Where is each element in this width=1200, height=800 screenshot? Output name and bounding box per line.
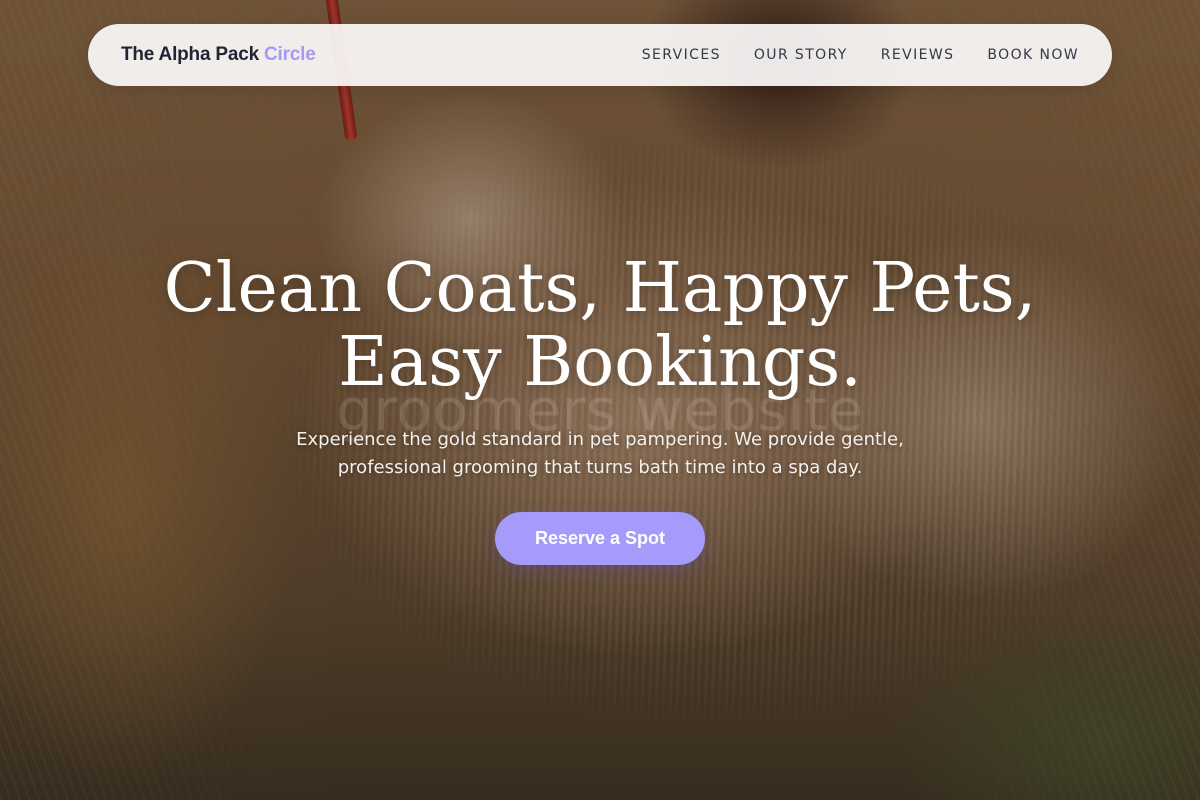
nav-link-services[interactable]: SERVICES	[642, 47, 721, 63]
hero-section: The Alpha Pack Circle SERVICES OUR STORY…	[0, 0, 1200, 800]
brand-logo[interactable]: The Alpha Pack Circle	[121, 44, 316, 66]
hero-headline: Clean Coats, Happy Pets, Easy Bookings.	[0, 252, 1200, 400]
hero-subtext: Experience the gold standard in pet pamp…	[296, 429, 904, 478]
nav-link-reviews[interactable]: REVIEWS	[881, 47, 955, 63]
brand-name: The Alpha Pack	[121, 44, 259, 65]
nav-links: SERVICES OUR STORY REVIEWS BOOK NOW	[642, 47, 1079, 63]
hero-headline-line-1: Clean Coats, Happy Pets,	[163, 249, 1037, 328]
hero-headline-line-2: Easy Bookings.	[338, 323, 862, 402]
brand-accent: Circle	[263, 44, 316, 65]
nav-link-our-story[interactable]: OUR STORY	[754, 47, 848, 63]
top-navbar: The Alpha Pack Circle SERVICES OUR STORY…	[88, 24, 1112, 86]
nav-link-book-now[interactable]: BOOK NOW	[987, 47, 1079, 63]
hero-content: Clean Coats, Happy Pets, Easy Bookings. …	[0, 252, 1200, 565]
reserve-spot-button[interactable]: Reserve a Spot	[495, 512, 705, 565]
